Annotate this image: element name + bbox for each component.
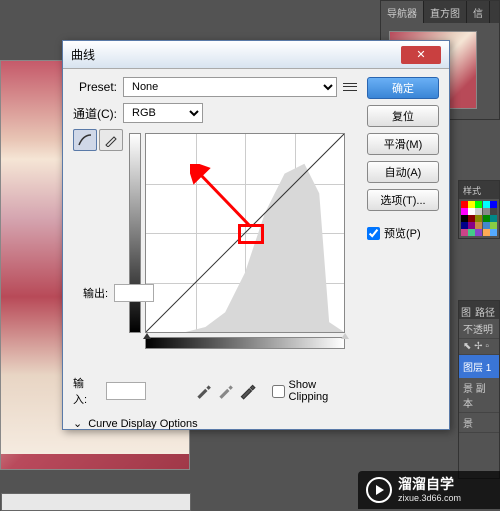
swatch[interactable] bbox=[475, 201, 482, 208]
swatch[interactable] bbox=[475, 229, 482, 236]
swatch[interactable] bbox=[483, 215, 490, 222]
swatch[interactable] bbox=[468, 215, 475, 222]
swatch[interactable] bbox=[490, 222, 497, 229]
swatch[interactable] bbox=[461, 222, 468, 229]
tab-swatches[interactable]: 样式 bbox=[459, 181, 499, 199]
curve-display-options-label: Curve Display Options bbox=[88, 418, 197, 430]
preset-menu-icon[interactable] bbox=[343, 80, 357, 94]
swatch[interactable] bbox=[475, 222, 482, 229]
channel-select[interactable]: RGB bbox=[123, 103, 203, 123]
curve-display-options-toggle[interactable]: ⌄ Curve Display Options bbox=[73, 417, 357, 430]
y-gradient bbox=[129, 133, 141, 333]
swatch[interactable] bbox=[483, 222, 490, 229]
curves-dialog: 曲线 ✕ Preset: None 通道(C): RGB bbox=[62, 40, 450, 430]
tab-layers[interactable]: 图 bbox=[461, 304, 471, 316]
layers-panel: 图 路径 不透明 ⬉ ✢ ▫ 图层 1 景 副本 景 bbox=[458, 300, 500, 479]
swatch[interactable] bbox=[461, 215, 468, 222]
curve-icon bbox=[77, 133, 93, 147]
swatches-panel: 样式 bbox=[458, 180, 500, 239]
tab-info[interactable]: 信 bbox=[467, 1, 490, 23]
input-label: 输入: bbox=[73, 375, 98, 407]
canvas-status-bar bbox=[1, 493, 191, 511]
options-button[interactable]: 选项(T)... bbox=[367, 189, 439, 211]
layer-item-selected[interactable]: 图层 1 bbox=[459, 355, 499, 378]
swatches-grid[interactable] bbox=[459, 199, 499, 238]
eyedropper-gray-icon[interactable] bbox=[216, 382, 234, 400]
tab-histogram[interactable]: 直方图 bbox=[424, 1, 467, 23]
swatch[interactable] bbox=[483, 201, 490, 208]
swatch[interactable] bbox=[468, 229, 475, 236]
swatch[interactable] bbox=[475, 215, 482, 222]
watermark: 溜溜自学 zixue.3d66.com bbox=[358, 471, 500, 509]
swatch[interactable] bbox=[461, 208, 468, 215]
show-clipping-label: Show Clipping bbox=[289, 379, 357, 403]
swatch[interactable] bbox=[490, 229, 497, 236]
swatch[interactable] bbox=[483, 229, 490, 236]
input-field[interactable] bbox=[106, 382, 146, 400]
preset-label: Preset: bbox=[73, 80, 117, 94]
dialog-title: 曲线 bbox=[71, 46, 401, 63]
close-button[interactable]: ✕ bbox=[401, 46, 441, 64]
show-clipping-checkbox[interactable] bbox=[272, 385, 285, 398]
preview-label: 预览(P) bbox=[384, 225, 421, 241]
black-point-slider[interactable] bbox=[143, 333, 151, 339]
swatch[interactable] bbox=[490, 215, 497, 222]
watermark-text: 溜溜自学 bbox=[398, 477, 461, 492]
annotation-highlight-box bbox=[238, 224, 264, 244]
swatch[interactable] bbox=[461, 201, 468, 208]
opacity-row[interactable]: 不透明 bbox=[459, 319, 499, 339]
layer-controls[interactable]: ⬉ ✢ ▫ bbox=[459, 339, 499, 355]
swatch[interactable] bbox=[483, 208, 490, 215]
swatch[interactable] bbox=[490, 201, 497, 208]
output-field[interactable] bbox=[114, 284, 154, 302]
layer-item[interactable]: 景 副本 bbox=[459, 378, 499, 413]
layer-item[interactable]: 景 bbox=[459, 413, 499, 433]
curve-grid[interactable] bbox=[145, 133, 345, 333]
smooth-button[interactable]: 平滑(M) bbox=[367, 133, 439, 155]
auto-button[interactable]: 自动(A) bbox=[367, 161, 439, 183]
dialog-titlebar[interactable]: 曲线 ✕ bbox=[63, 41, 449, 69]
play-icon bbox=[366, 477, 392, 503]
x-gradient bbox=[145, 337, 345, 349]
eyedropper-white-icon[interactable] bbox=[238, 382, 256, 400]
swatch[interactable] bbox=[468, 201, 475, 208]
preset-select[interactable]: None bbox=[123, 77, 337, 97]
preview-checkbox[interactable] bbox=[367, 227, 380, 240]
pencil-tool-button[interactable] bbox=[99, 129, 123, 151]
reset-button[interactable]: 复位 bbox=[367, 105, 439, 127]
channel-label: 通道(C): bbox=[73, 105, 117, 122]
white-point-slider[interactable] bbox=[341, 333, 349, 339]
pencil-icon bbox=[104, 133, 118, 147]
swatch[interactable] bbox=[468, 222, 475, 229]
chevron-icon: ⌄ bbox=[73, 417, 82, 430]
swatch[interactable] bbox=[468, 208, 475, 215]
tab-paths[interactable]: 路径 bbox=[475, 304, 495, 316]
tab-navigator[interactable]: 导航器 bbox=[381, 1, 424, 23]
swatch[interactable] bbox=[490, 208, 497, 215]
watermark-sub: zixue.3d66.com bbox=[398, 493, 461, 503]
output-label: 输出: bbox=[83, 285, 108, 301]
swatch[interactable] bbox=[475, 208, 482, 215]
curve-tool-button[interactable] bbox=[73, 129, 97, 151]
swatch[interactable] bbox=[461, 229, 468, 236]
eyedropper-black-icon[interactable] bbox=[194, 382, 212, 400]
ok-button[interactable]: 确定 bbox=[367, 77, 439, 99]
